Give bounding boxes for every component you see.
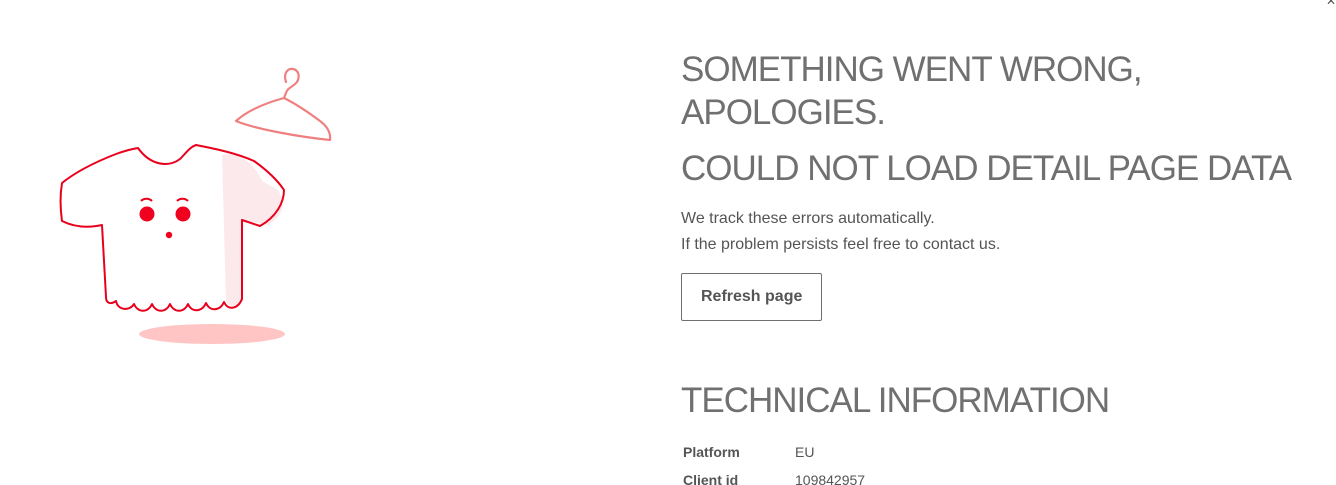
left-eye (139, 206, 155, 222)
sad-tshirt-illustration (59, 67, 332, 344)
client-id-label: Client id (683, 472, 739, 485)
technical-information-title: TECHNICAL INFORMATION (681, 381, 1110, 420)
error-message: We track these errors automatically. If … (681, 206, 1321, 258)
table-row: Client id 109842957 (681, 472, 865, 485)
error-message-line-2: If the problem persists feel free to con… (681, 236, 1001, 253)
platform-label: Platform (683, 444, 740, 460)
client-id-value: 109842957 (795, 472, 866, 485)
table-row: Platform EU (681, 444, 865, 472)
mouth (165, 231, 173, 239)
refresh-page-button[interactable]: Refresh page (681, 273, 823, 321)
technical-info-table: Platform EU Client id 109842957 (681, 444, 865, 485)
left-eyebrow (140, 197, 153, 202)
error-message-line-1: We track these errors automatically. (681, 210, 935, 227)
error-content: SOMETHING WENT WRONG, APOLOGIES. COULD N… (681, 48, 1321, 485)
hanger-icon (234, 67, 332, 142)
error-subtitle: COULD NOT LOAD DETAIL PAGE DATA (681, 149, 1292, 188)
platform-value: EU (795, 444, 815, 460)
error-title: SOMETHING WENT WRONG, APOLOGIES. (681, 50, 1143, 132)
error-page: ✕ SOMETHING WENT WRONG, APOLOGIES. COULD… (0, 0, 1336, 485)
right-eye (175, 206, 191, 222)
corner-indicator: ✕ (1325, 0, 1336, 8)
shirt-shadow (139, 324, 285, 344)
right-eyebrow (176, 197, 189, 202)
